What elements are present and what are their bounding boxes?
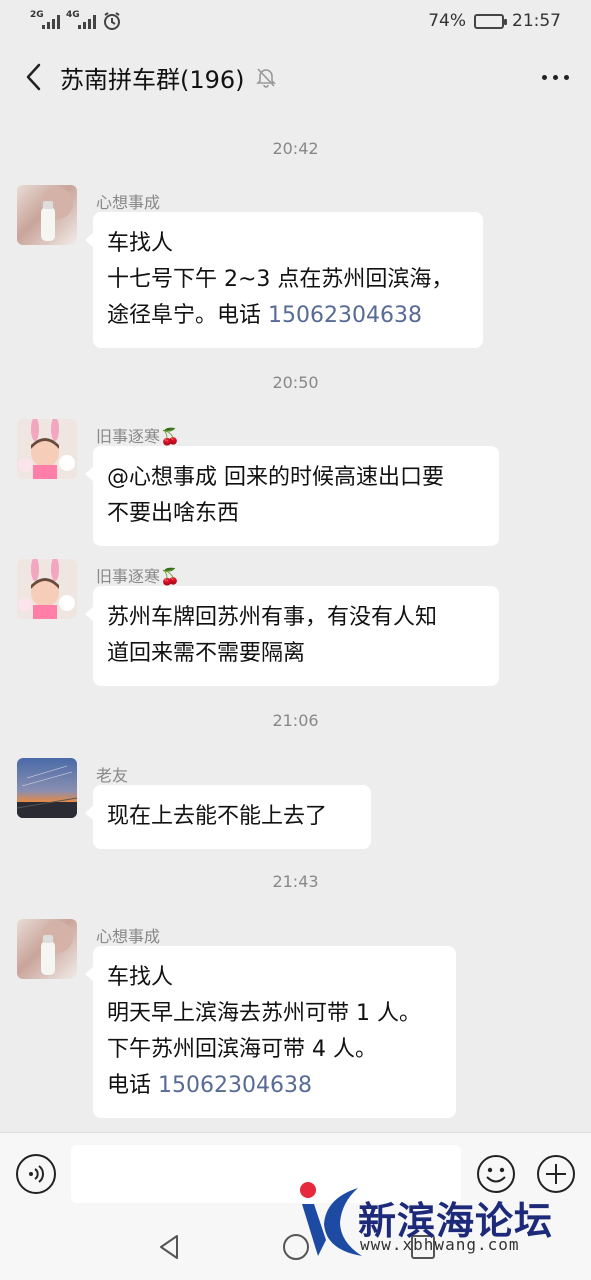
message-bubble[interactable]: 车找人 十七号下午 2~3 点在苏州回滨海， 途径阜宁。电话 150623046… <box>85 212 483 348</box>
message-text: 电话 <box>107 1073 158 1098</box>
avatar-image <box>17 559 77 619</box>
avatar[interactable] <box>17 758 77 818</box>
sender-name: 心想事成 <box>96 193 161 212</box>
timestamp: 21:06 <box>272 711 319 730</box>
more-options-button[interactable] <box>538 65 573 90</box>
avatar[interactable] <box>17 185 77 245</box>
message-line: 车找人 <box>107 965 174 990</box>
status-bar: 2G 4G 74% 21:57 <box>0 0 591 42</box>
watermark: 新滨海论坛 www.xbhwang.com <box>296 1180 586 1266</box>
dot-icon <box>542 74 547 80</box>
message-bubble[interactable]: 车找人 明天早上滨海去苏州可带 1 人。 下午苏州回滨海可带 4 人。 电话 1… <box>85 946 456 1118</box>
status-left: 2G 4G <box>30 10 122 31</box>
timestamp: 21:43 <box>272 872 319 891</box>
chat-header: 苏南拼车群(196) <box>0 42 591 112</box>
avatar-image <box>17 419 77 479</box>
avatar-image <box>17 758 77 818</box>
mute-bell-icon <box>255 66 277 88</box>
message-bubble[interactable]: 苏州车牌回苏州有事，有没有人知 道回来需不需要隔离 <box>85 586 499 686</box>
sender-name: 心想事成 <box>96 927 161 946</box>
voice-input-button[interactable] <box>16 1154 56 1194</box>
timestamp: 20:50 <box>272 373 319 392</box>
clock: 21:57 <box>512 11 561 31</box>
avatar[interactable] <box>17 419 77 479</box>
avatar-image <box>41 921 73 975</box>
avatar[interactable] <box>17 919 77 979</box>
forum-logo-icon <box>300 1182 362 1256</box>
back-button[interactable] <box>18 57 48 97</box>
message-line: 电话 15062304638 <box>107 1068 442 1104</box>
chat-title: 苏南拼车群(196) <box>60 65 245 94</box>
message-list[interactable]: 20:42 心想事成 车找人 十七号下午 2~3 点在苏州回滨海， 途径阜宁。电… <box>0 112 591 1132</box>
network-type-label: 2G <box>30 10 44 20</box>
battery-percent: 74% <box>428 11 466 31</box>
dot-icon <box>564 74 569 80</box>
sender-name: 老友 <box>96 766 129 785</box>
timestamp: 20:42 <box>272 139 319 158</box>
message-line: 十七号下午 2~3 点在苏州回滨海， <box>107 267 454 292</box>
voice-icon <box>29 1165 44 1183</box>
watermark-url: www.xbhwang.com <box>360 1235 520 1254</box>
network-type-label: 4G <box>66 10 80 20</box>
avatar[interactable] <box>17 559 77 619</box>
alarm-icon <box>104 12 120 30</box>
phone-link[interactable]: 15062304638 <box>268 303 422 328</box>
status-right: 74% 21:57 <box>428 11 561 31</box>
battery-icon <box>474 13 507 29</box>
message-bubble[interactable]: 现在上去能不能上去了 <box>85 785 371 849</box>
message-line: 途径阜宁。电话 15062304638 <box>107 298 469 334</box>
dot-icon <box>553 74 558 80</box>
message-line: 车找人 <box>107 231 174 256</box>
message-line: 不要出啥东西 <box>107 501 240 526</box>
chevron-left-icon <box>26 63 41 91</box>
message-line: 下午苏州回滨海可带 4 人。 <box>107 1037 377 1062</box>
phone-link[interactable]: 15062304638 <box>158 1073 312 1098</box>
signal-icon: 4G <box>66 10 96 29</box>
signal-icon: 2G <box>30 10 60 29</box>
message-bubble[interactable]: @心想事成 回来的时候高速出口要 不要出啥东西 <box>85 446 499 546</box>
system-back-button[interactable] <box>155 1232 185 1262</box>
avatar-image <box>41 187 73 241</box>
message-line: 道回来需不需要隔离 <box>107 641 306 666</box>
message-line: @心想事成 回来的时候高速出口要 <box>107 465 444 490</box>
message-line: 明天早上滨海去苏州可带 1 人。 <box>107 1001 421 1026</box>
sender-name: 旧事逐寒🍒 <box>96 567 180 586</box>
message-line: 苏州车牌回苏州有事，有没有人知 <box>107 605 438 630</box>
triangle-back-icon <box>160 1235 178 1259</box>
sender-name: 旧事逐寒🍒 <box>96 427 180 446</box>
message-text: 途径阜宁。电话 <box>107 303 268 328</box>
message-line: 现在上去能不能上去了 <box>107 804 328 829</box>
